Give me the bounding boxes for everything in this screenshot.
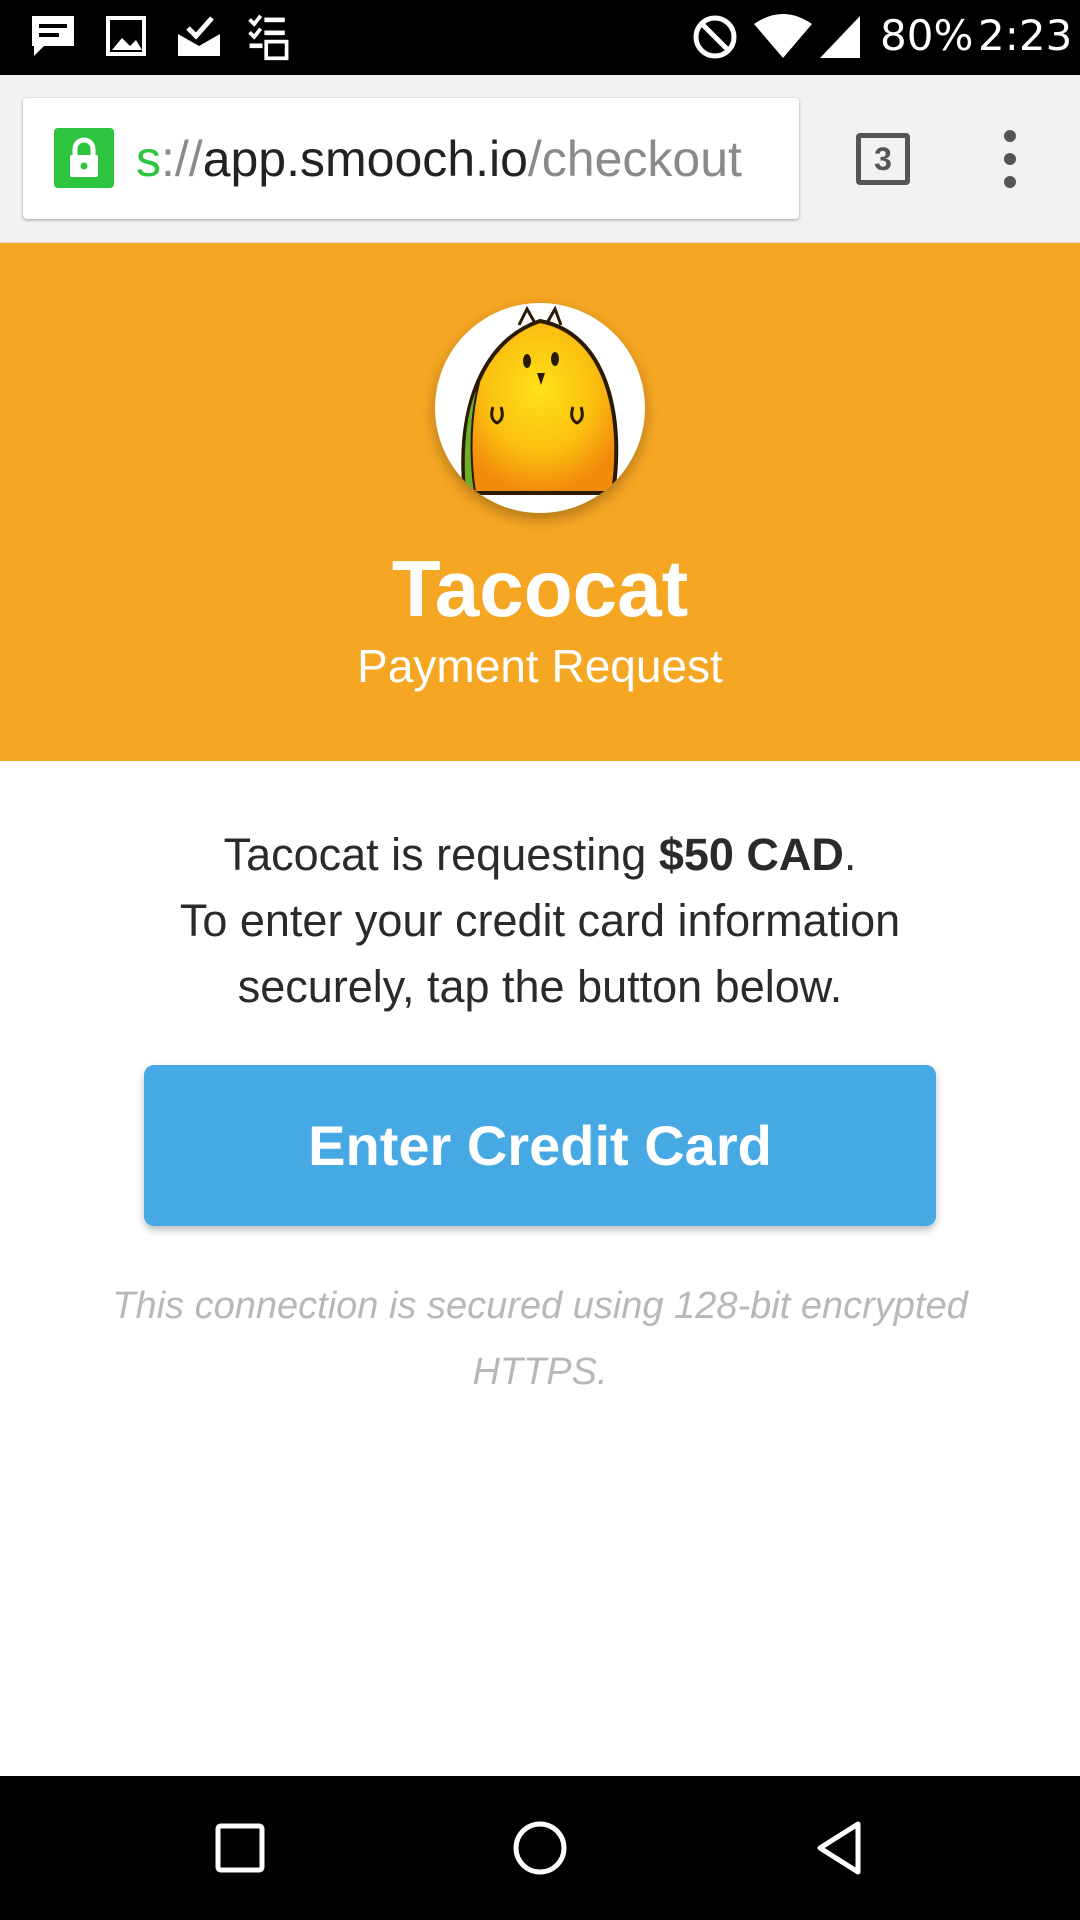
url-fade [759,98,799,219]
do-not-disturb-icon [693,15,737,59]
url-scheme: s [136,131,161,187]
home-icon[interactable] [508,1816,572,1880]
tab-switcher-button[interactable]: 3 [856,133,910,185]
url-bar[interactable]: s://app.smooch.io/checkout [23,98,799,219]
requested-amount: $50 CAD [658,829,844,880]
signal-icon [820,16,860,58]
battery-level: 80% [880,11,974,60]
status-bar: 80% 2:23 [0,0,1080,75]
security-note: This connection is secured using 128-bit… [112,1285,968,1393]
navigation-bar [0,1776,1080,1920]
enter-credit-card-button[interactable]: Enter Credit Card [144,1065,936,1226]
image-icon [106,16,146,56]
back-icon[interactable] [808,1816,872,1880]
message-prefix: Tacocat is requesting [223,829,659,880]
lock-icon[interactable] [54,128,114,188]
app-title: Tacocat [391,544,689,633]
url-separator: :// [161,131,203,187]
wifi-icon [754,14,812,58]
url-path: /checkout [527,131,742,187]
message-suffix: . [843,829,857,880]
payment-header: Tacocat Payment Request [0,243,1080,761]
url-host: app.smooch.io [202,131,528,187]
tasks-icon [248,14,289,61]
tacocat-avatar [435,303,645,513]
url-text: s://app.smooch.io/checkout [136,131,742,187]
page-subtitle: Payment Request [357,640,723,692]
message-icon [32,16,74,56]
mail-check-icon [178,16,220,56]
request-message: Tacocat is requesting $50 CAD. To enter … [100,822,980,1020]
recents-icon[interactable] [208,1816,272,1880]
message-instructions: To enter your credit card information se… [179,895,901,1012]
browser-toolbar: s://app.smooch.io/checkout 3 [0,75,1080,243]
clock: 2:23 [978,11,1073,60]
overflow-menu-icon[interactable] [990,128,1030,190]
